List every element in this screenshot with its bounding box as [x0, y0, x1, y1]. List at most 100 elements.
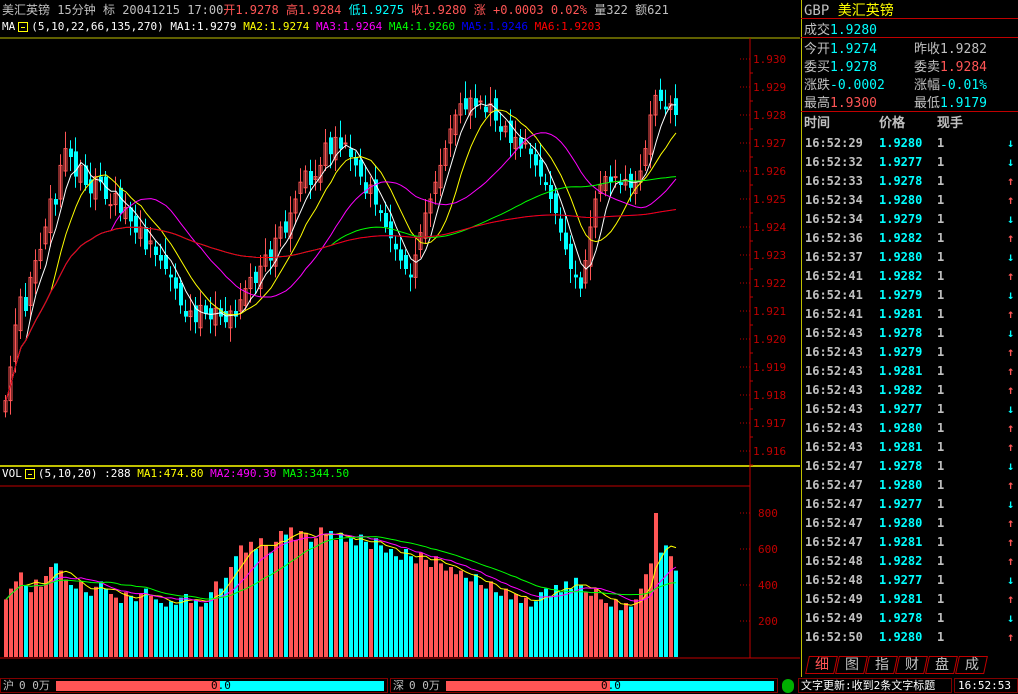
- candle: [343, 142, 348, 145]
- trade-row: 16:52:34 1.9279 1 ↓: [805, 210, 1017, 229]
- quote-panel: GBP 美汇英镑 成交1.9280 今开1.9274 昨收1.9282 委买1.…: [801, 0, 1018, 677]
- period[interactable]: 15分钟: [57, 3, 95, 17]
- bar-time: 17:00: [187, 3, 224, 17]
- trade-qty: 1: [937, 497, 945, 511]
- ma-label[interactable]: MA: [2, 20, 15, 33]
- volume-bar: [99, 581, 103, 657]
- chgpct-label: 涨幅: [914, 78, 941, 93]
- trade-row: 16:52:43 1.9280 1 ↑: [805, 419, 1017, 438]
- trade-price: 1.9278: [879, 611, 923, 625]
- trade-price: 1.9280: [879, 193, 923, 207]
- volume-bar: [149, 595, 153, 657]
- trade-time: 16:52:47: [805, 535, 863, 549]
- volume-bar: [359, 534, 363, 657]
- candle: [24, 297, 28, 311]
- chart-header: 美汇英镑 15分钟 标 20041215 17:00开1.9278 高1.928…: [2, 1, 669, 18]
- prev-close-label: 昨收: [914, 42, 941, 57]
- volume-bar: [79, 581, 83, 657]
- tab-label: 成: [964, 657, 979, 673]
- trade-row: 16:52:41 1.9282 1 ↑: [805, 267, 1017, 286]
- volume-bar: [114, 597, 118, 657]
- volume-bar: [274, 541, 278, 657]
- trade-qty: 1: [937, 611, 945, 625]
- trade-qty: 1: [937, 383, 945, 397]
- vol-label[interactable]: VOL: [2, 467, 22, 480]
- volume-bar: [649, 563, 653, 657]
- change-pct: 0.02%: [550, 3, 587, 17]
- trade-qty: 1: [937, 554, 945, 568]
- arrow-up-icon: ↑: [1007, 592, 1015, 606]
- collapse-icon[interactable]: [24, 469, 35, 479]
- vol-ma3: MA3:344.50: [282, 467, 350, 480]
- volume-bar: [569, 588, 573, 657]
- volume-bar: [124, 592, 128, 657]
- trade-row: 16:52:43 1.9281 1 ↑: [805, 362, 1017, 381]
- candle: [384, 213, 388, 227]
- candle: [499, 126, 503, 132]
- volume-bar: [389, 549, 393, 657]
- trade-price: 1.9279: [879, 345, 923, 359]
- trade-row: 16:52:34 1.9280 1 ↑: [805, 191, 1017, 210]
- volume-bar: [4, 599, 8, 657]
- trade-price: 1.9282: [879, 231, 923, 245]
- candle: [554, 193, 558, 213]
- price-tick-label: 1.923: [753, 249, 786, 262]
- open-label: 开: [223, 3, 236, 17]
- tab-label: 细: [814, 657, 829, 673]
- volume-bar: [464, 577, 468, 657]
- volume-bar: [379, 545, 383, 657]
- trade-qty: 1: [937, 516, 945, 530]
- arrow-up-icon: ↑: [1007, 193, 1015, 207]
- volume-bar: [454, 574, 458, 657]
- candle: [354, 157, 358, 166]
- kline-chart[interactable]: 1.930 1.929 1.928 1.927 1.926 1.925 1.924 1.923…: [0, 0, 800, 677]
- flag: 标: [102, 3, 115, 17]
- change-label: 涨: [473, 3, 486, 17]
- arrow-up-icon: ↑: [1007, 174, 1015, 188]
- tab-2[interactable]: 指: [865, 656, 898, 674]
- volume-bar: [519, 603, 523, 657]
- trade-row: 16:52:47 1.9277 1 ↓: [805, 495, 1017, 514]
- ma2-value: MA2:1.9274: [243, 20, 310, 33]
- volume-bar: [104, 588, 108, 657]
- tab-5[interactable]: 成: [955, 656, 988, 674]
- volume-bar: [434, 556, 438, 657]
- volume-bar: [134, 601, 138, 657]
- trade-price: 1.9281: [879, 307, 923, 321]
- volume-bar: [659, 552, 663, 657]
- arrow-down-icon: ↓: [1007, 611, 1015, 625]
- tab-label: 图: [844, 657, 859, 673]
- ma6-value: MA6:1.9203: [534, 20, 601, 33]
- trade-qty: 1: [937, 326, 945, 340]
- tab-3[interactable]: 财: [895, 656, 928, 674]
- price-tick-label: 1.929: [753, 81, 786, 94]
- volume-bar: [584, 592, 588, 657]
- trade-row: 16:52:37 1.9280 1 ↓: [805, 248, 1017, 267]
- tab-0[interactable]: 细: [805, 656, 838, 674]
- clock: 16:52:53: [954, 678, 1018, 693]
- candle: [674, 98, 678, 115]
- news-ticker[interactable]: 文字更新:收到2条文字标题: [798, 678, 952, 693]
- tab-4[interactable]: 盘: [925, 656, 958, 674]
- volume-bar: [44, 576, 48, 657]
- vol-tick-label: 800: [758, 507, 778, 520]
- candle: [534, 154, 538, 166]
- volume-bar: [269, 552, 273, 657]
- volume-bar: [199, 606, 203, 657]
- trade-price: 1.9278: [879, 459, 923, 473]
- tab-1[interactable]: 图: [835, 656, 868, 674]
- arrow-down-icon: ↓: [1007, 497, 1015, 511]
- volume-bar: [174, 604, 178, 657]
- trade-qty: 1: [937, 269, 945, 283]
- volume-bar: [529, 606, 533, 657]
- candle: [159, 255, 163, 261]
- volume-bar: [444, 570, 448, 657]
- trade-row: 16:52:41 1.9281 1 ↑: [805, 305, 1017, 324]
- volume-bar: [674, 570, 678, 657]
- collapse-icon[interactable]: [18, 22, 29, 32]
- candle: [559, 218, 563, 233]
- trade-qty: 1: [937, 174, 945, 188]
- volume-bar: [614, 599, 618, 657]
- sh-index: 沪 0 0万 0.0: [0, 678, 388, 693]
- trade-row: 16:52:49 1.9278 1 ↓: [805, 609, 1017, 628]
